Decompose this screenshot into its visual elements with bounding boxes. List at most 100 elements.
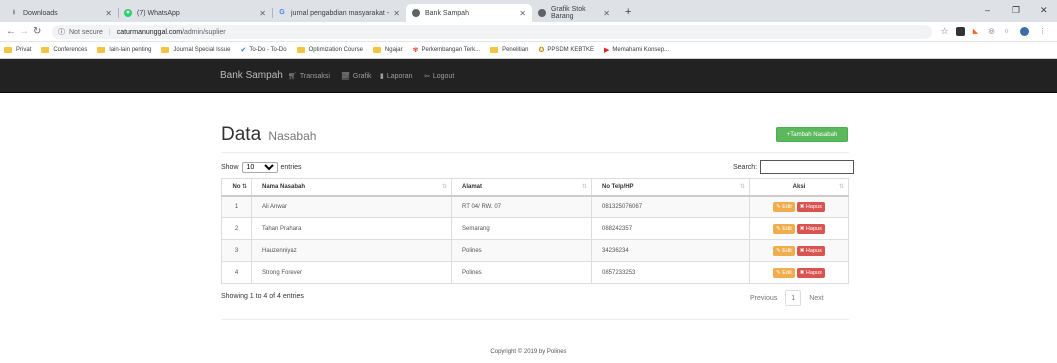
sort-icon: ⇅ bbox=[581, 184, 587, 190]
edit-button[interactable]: ✎ Edit bbox=[773, 223, 795, 234]
sort-icon: ⇅ bbox=[441, 184, 447, 190]
folder-icon bbox=[4, 47, 12, 53]
tab-title: jurnal pengabdian masyarakat - bbox=[291, 9, 390, 17]
folder-icon bbox=[490, 47, 499, 53]
bookmark-optimization[interactable]: Optimization Course bbox=[296, 47, 363, 53]
address-bar: ← → ↻ ⓘ Not secure | caturmanunggal.com /… bbox=[0, 22, 1057, 42]
bookmark-privat[interactable]: Privat bbox=[4, 47, 31, 53]
nav-transaksi[interactable]: 🛒︎ Transaksi bbox=[288, 72, 330, 81]
minimize-icon[interactable]: – bbox=[985, 5, 990, 15]
bookmark-journal-special[interactable]: Journal Special Issue bbox=[161, 47, 230, 53]
tab-title: (7) WhatsApp bbox=[137, 9, 180, 17]
close-icon: ✖ bbox=[799, 225, 805, 232]
bookmark-memahami[interactable]: ▶ Memahami Konsep... bbox=[604, 46, 669, 54]
whatsapp-icon: ● bbox=[124, 9, 132, 17]
bookmark-penelitian[interactable]: Penelitian bbox=[490, 47, 528, 53]
bookmark-ngajar[interactable]: Ngajar bbox=[372, 47, 403, 53]
line-chart-icon: 📈︎ bbox=[341, 73, 350, 80]
site-navbar: Bank Sampah 🛒︎ Transaksi 📈︎ Grafik ▮ Lapora… bbox=[0, 59, 1057, 93]
entries-select[interactable]: 10 bbox=[241, 162, 278, 173]
edit-icon: ✎ bbox=[776, 225, 781, 232]
next-button[interactable]: Next bbox=[809, 295, 823, 302]
sort-icon: ⇅ bbox=[739, 184, 745, 190]
sort-icon: ⇅ bbox=[838, 184, 844, 190]
reload-icon[interactable]: ↻ bbox=[33, 26, 41, 37]
edit-button[interactable]: ✎ Edit bbox=[773, 267, 795, 278]
new-tab-button[interactable]: + bbox=[625, 6, 631, 18]
tab-bank-sampah[interactable]: Bank Sampah ✕ bbox=[406, 4, 532, 22]
delete-button[interactable]: ✖ Hapus bbox=[796, 267, 825, 278]
column-header-alamat[interactable]: Alamat ⇅ bbox=[451, 178, 592, 197]
column-header-telp[interactable]: No Telp/HP ⇅ bbox=[591, 178, 750, 197]
folder-icon bbox=[161, 47, 170, 53]
delete-button[interactable]: ✖ Hapus bbox=[796, 201, 825, 212]
close-icon: ✖ bbox=[799, 269, 805, 276]
sort-asc-icon: ⇅ bbox=[241, 184, 247, 190]
cart-icon: 🛒︎ bbox=[288, 73, 297, 80]
bookmarks-bar: Privat Conferences lain-lain penting Jou… bbox=[0, 42, 1057, 59]
table-row: 1 Ali Anwar RT 04/ RW. 07 081325076067 ✎… bbox=[221, 195, 849, 218]
check-icon: ✔ bbox=[240, 47, 247, 54]
extension-icon[interactable]: ◎ bbox=[987, 27, 996, 36]
tab-downloads[interactable]: ⭳ Downloads ✕ bbox=[4, 4, 119, 22]
tab-title: Grafik Stok Barang bbox=[550, 6, 586, 20]
edit-icon: ✎ bbox=[776, 269, 781, 276]
column-header-aksi[interactable]: Aksi ⇅ bbox=[749, 178, 849, 197]
nav-logout[interactable]: ⇦ Logout bbox=[424, 72, 454, 81]
url-host: caturmanunggal.com bbox=[116, 28, 183, 36]
youtube-icon: ▶ bbox=[604, 47, 610, 54]
close-icon[interactable]: ✕ bbox=[105, 9, 112, 18]
tab-whatsapp[interactable]: ● (7) WhatsApp ✕ bbox=[118, 4, 273, 22]
extension-icon[interactable]: ○ bbox=[1002, 27, 1011, 36]
globe-icon bbox=[538, 9, 546, 17]
bookmark-lain-lain[interactable]: lain-lain penting bbox=[97, 47, 151, 53]
add-nasabah-button[interactable]: + Tambah Nasabah bbox=[776, 127, 848, 142]
pagination: Previous 1 Next bbox=[750, 290, 824, 306]
edit-icon: ✎ bbox=[776, 247, 781, 254]
table-row: 3 Hauzenniyaz Polines 34236234 ✎ Edit ✖ H… bbox=[221, 239, 849, 262]
nav-grafik[interactable]: 📈︎ Grafik bbox=[341, 72, 372, 81]
tab-grafik-stok[interactable]: Grafik Stok Barang ✕ bbox=[532, 4, 616, 22]
window-close-icon[interactable]: ✕ bbox=[1040, 5, 1048, 16]
rss-icon[interactable]: ◣ bbox=[971, 27, 980, 36]
page-button[interactable]: 1 bbox=[785, 290, 802, 306]
delete-button[interactable]: ✖ Hapus bbox=[796, 245, 825, 256]
star-icon[interactable]: ☆ bbox=[940, 27, 949, 36]
bookmark-ppsdm[interactable]: ✪ PPSDM KEBTKE bbox=[538, 46, 594, 54]
globe-icon bbox=[412, 9, 420, 17]
info-icon[interactable]: ⓘ bbox=[58, 27, 65, 37]
edit-button[interactable]: ✎ Edit bbox=[773, 245, 795, 256]
folder-icon bbox=[296, 47, 305, 53]
column-header-nama[interactable]: Nama Nasabah ⇅ bbox=[251, 178, 452, 197]
search-input[interactable] bbox=[760, 160, 855, 174]
back-icon[interactable]: ← bbox=[6, 26, 16, 37]
close-icon: ✖ bbox=[799, 203, 805, 210]
forward-icon[interactable]: → bbox=[19, 26, 29, 37]
table-row: 2 Tahan Prahara Semarang 088242357 ✎ Edi… bbox=[221, 217, 849, 240]
pinwheel-icon: ✾ bbox=[412, 47, 419, 54]
url-input[interactable]: ⓘ Not secure | caturmanunggal.com/admin/… bbox=[52, 25, 932, 39]
emblem-icon: ✪ bbox=[538, 47, 545, 54]
avatar[interactable] bbox=[1020, 27, 1029, 36]
extension-icon[interactable] bbox=[956, 27, 965, 36]
previous-button[interactable]: Previous bbox=[750, 295, 777, 302]
column-header-no[interactable]: No ⇅ bbox=[221, 178, 252, 197]
page-title: Data Nasabah bbox=[221, 124, 317, 145]
bookmark-todo[interactable]: ✔ To-Do - To-Do bbox=[240, 46, 286, 54]
close-icon[interactable]: ✕ bbox=[603, 9, 610, 18]
brand-link[interactable]: Bank Sampah bbox=[220, 70, 283, 81]
close-icon[interactable]: ✕ bbox=[259, 9, 266, 18]
bookmark-perkembangan[interactable]: ✾ Perkembangan Terk... bbox=[413, 46, 480, 54]
bookmark-conferences[interactable]: Conferences bbox=[41, 47, 87, 53]
maximize-icon[interactable]: ❐ bbox=[1012, 5, 1020, 16]
tab-jurnal[interactable]: G jurnal pengabdian masyarakat - ✕ bbox=[272, 4, 406, 22]
delete-button[interactable]: ✖ Hapus bbox=[796, 223, 825, 234]
edit-icon: ✎ bbox=[776, 203, 781, 210]
edit-button[interactable]: ✎ Edit bbox=[773, 201, 795, 212]
close-icon[interactable]: ✕ bbox=[393, 9, 400, 18]
menu-icon[interactable]: ⋮ bbox=[1038, 27, 1047, 36]
table-search: Search: bbox=[733, 160, 855, 174]
nav-laporan[interactable]: ▮ Laporan bbox=[380, 72, 413, 81]
close-icon[interactable]: ✕ bbox=[519, 9, 526, 18]
close-icon: ✖ bbox=[799, 247, 805, 254]
